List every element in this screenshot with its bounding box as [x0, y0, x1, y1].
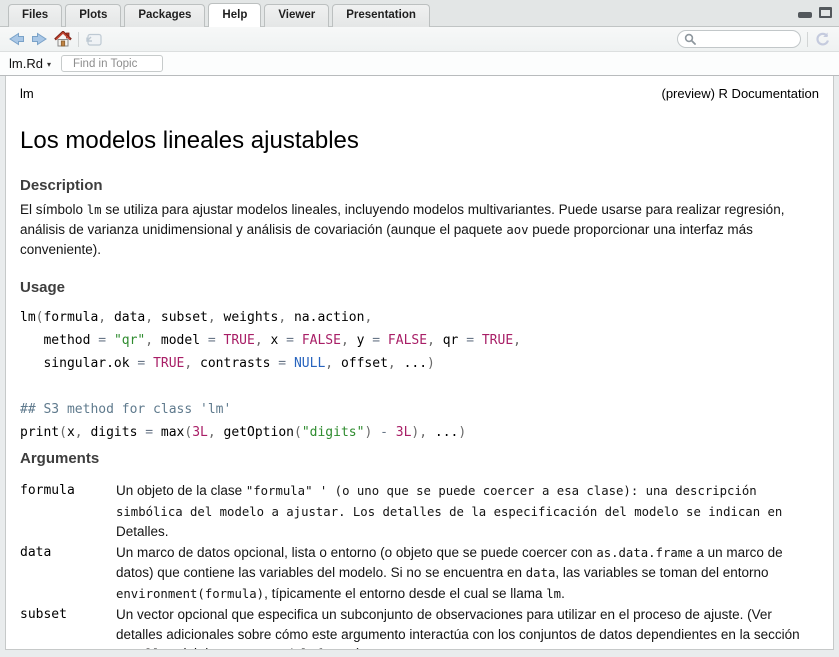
argument-name: formula [20, 481, 116, 542]
refresh-icon [814, 31, 831, 47]
show-in-new-window-button[interactable] [85, 29, 102, 49]
inline-code: aov [506, 223, 528, 237]
argument-row: subsetUn vector opcional que especifica … [20, 605, 819, 650]
tab-presentation[interactable]: Presentation [332, 4, 430, 27]
doc-type-label: (preview) R Documentation [661, 86, 819, 101]
doc-header: lm (preview) R Documentation [15, 86, 824, 101]
chevron-down-icon: ▾ [47, 59, 51, 69]
topic-file-dropdown[interactable]: lm.Rd ▾ [9, 56, 51, 71]
page-title: Los modelos lineales ajustables [20, 127, 824, 155]
help-search-box [677, 30, 801, 48]
arguments-heading: Arguments [20, 450, 824, 467]
text-run: .) [353, 646, 361, 650]
pane-tab-bar: Files Plots Packages Help Viewer Present… [0, 0, 839, 27]
inline-code: as.data.frame [596, 546, 692, 560]
back-arrow-icon [8, 32, 25, 46]
description-heading: Description [20, 177, 824, 194]
argument-description: Un objeto de la clase "formula" ' (o uno… [116, 481, 819, 542]
code-line: method = "qr", model = TRUE, x = FALSE, … [20, 329, 824, 352]
argument-name: subset [20, 605, 116, 650]
toolbar-separator [807, 32, 808, 47]
toolbar-separator [78, 32, 79, 47]
home-button[interactable] [54, 29, 72, 49]
usage-code-block: lm(formula, data, subset, weights, na.ac… [20, 306, 824, 444]
inline-code: model.frame [271, 647, 352, 650]
argument-name: data [20, 543, 116, 605]
back-button[interactable] [8, 29, 25, 49]
help-document: lm (preview) R Documentation Los modelos… [5, 76, 834, 650]
text-run: , típicamente el entorno desde el cual s… [264, 586, 546, 601]
doc-topic: lm [20, 86, 34, 101]
refresh-button[interactable] [814, 29, 831, 49]
topic-file-name: lm.Rd [9, 56, 43, 71]
help-toolbar [0, 27, 839, 52]
argument-row: formulaUn objeto de la clase "formula" '… [20, 481, 819, 542]
tab-help[interactable]: Help [208, 3, 261, 27]
text-run: El símbolo [20, 202, 87, 217]
code-line: ## S3 method for class 'lm' [20, 398, 824, 421]
argument-row: dataUn marco de datos opcional, lista o … [20, 543, 819, 605]
text-run: . [561, 586, 565, 601]
forward-button[interactable] [31, 29, 48, 49]
text-run: del documento [175, 646, 271, 650]
description-paragraph: El símbolo lm se utiliza para ajustar mo… [20, 200, 819, 259]
search-input[interactable] [700, 32, 794, 46]
help-pane: Files Plots Packages Help Viewer Present… [0, 0, 839, 657]
help-topic-bar: lm.Rd ▾ [0, 52, 839, 76]
inline-code: lm [546, 587, 561, 601]
usage-heading: Usage [20, 279, 824, 296]
code-line: lm(formula, data, subset, weights, na.ac… [20, 306, 824, 329]
text-run: Un vector opcional que especifica un sub… [116, 607, 800, 642]
tab-files[interactable]: Files [8, 4, 62, 27]
text-run: Detalles. [116, 524, 169, 539]
argument-description: Un vector opcional que especifica un sub… [116, 605, 819, 650]
arguments-table: formulaUn objeto de la clase "formula" '… [20, 481, 819, 650]
text-run: , las variables se toman del entorno [555, 565, 768, 580]
tab-plots[interactable]: Plots [65, 4, 121, 27]
text-run: Un marco de datos opcional, lista o ento… [116, 545, 596, 560]
argument-description: Un marco de datos opcional, lista o ento… [116, 543, 819, 605]
inline-code: Detalles [116, 647, 175, 650]
minimize-icon[interactable] [798, 12, 812, 18]
search-icon [684, 33, 696, 45]
code-line [20, 375, 824, 398]
pane-window-controls [798, 6, 832, 18]
code-line: singular.ok = TRUE, contrasts = NULL, of… [20, 352, 824, 375]
tab-packages[interactable]: Packages [124, 4, 205, 27]
code-line: print(x, digits = max(3L, getOption("dig… [20, 421, 824, 444]
maximize-icon[interactable] [819, 7, 832, 18]
text-run: Un objeto de la clase [116, 483, 246, 498]
tab-viewer[interactable]: Viewer [264, 4, 329, 27]
forward-arrow-icon [31, 32, 48, 46]
home-icon [54, 31, 72, 47]
find-in-topic-input[interactable] [61, 55, 163, 72]
popout-window-icon [85, 32, 102, 46]
inline-code: lm [87, 203, 102, 217]
inline-code: environment(formula) [116, 587, 264, 601]
inline-code: data [526, 566, 556, 580]
